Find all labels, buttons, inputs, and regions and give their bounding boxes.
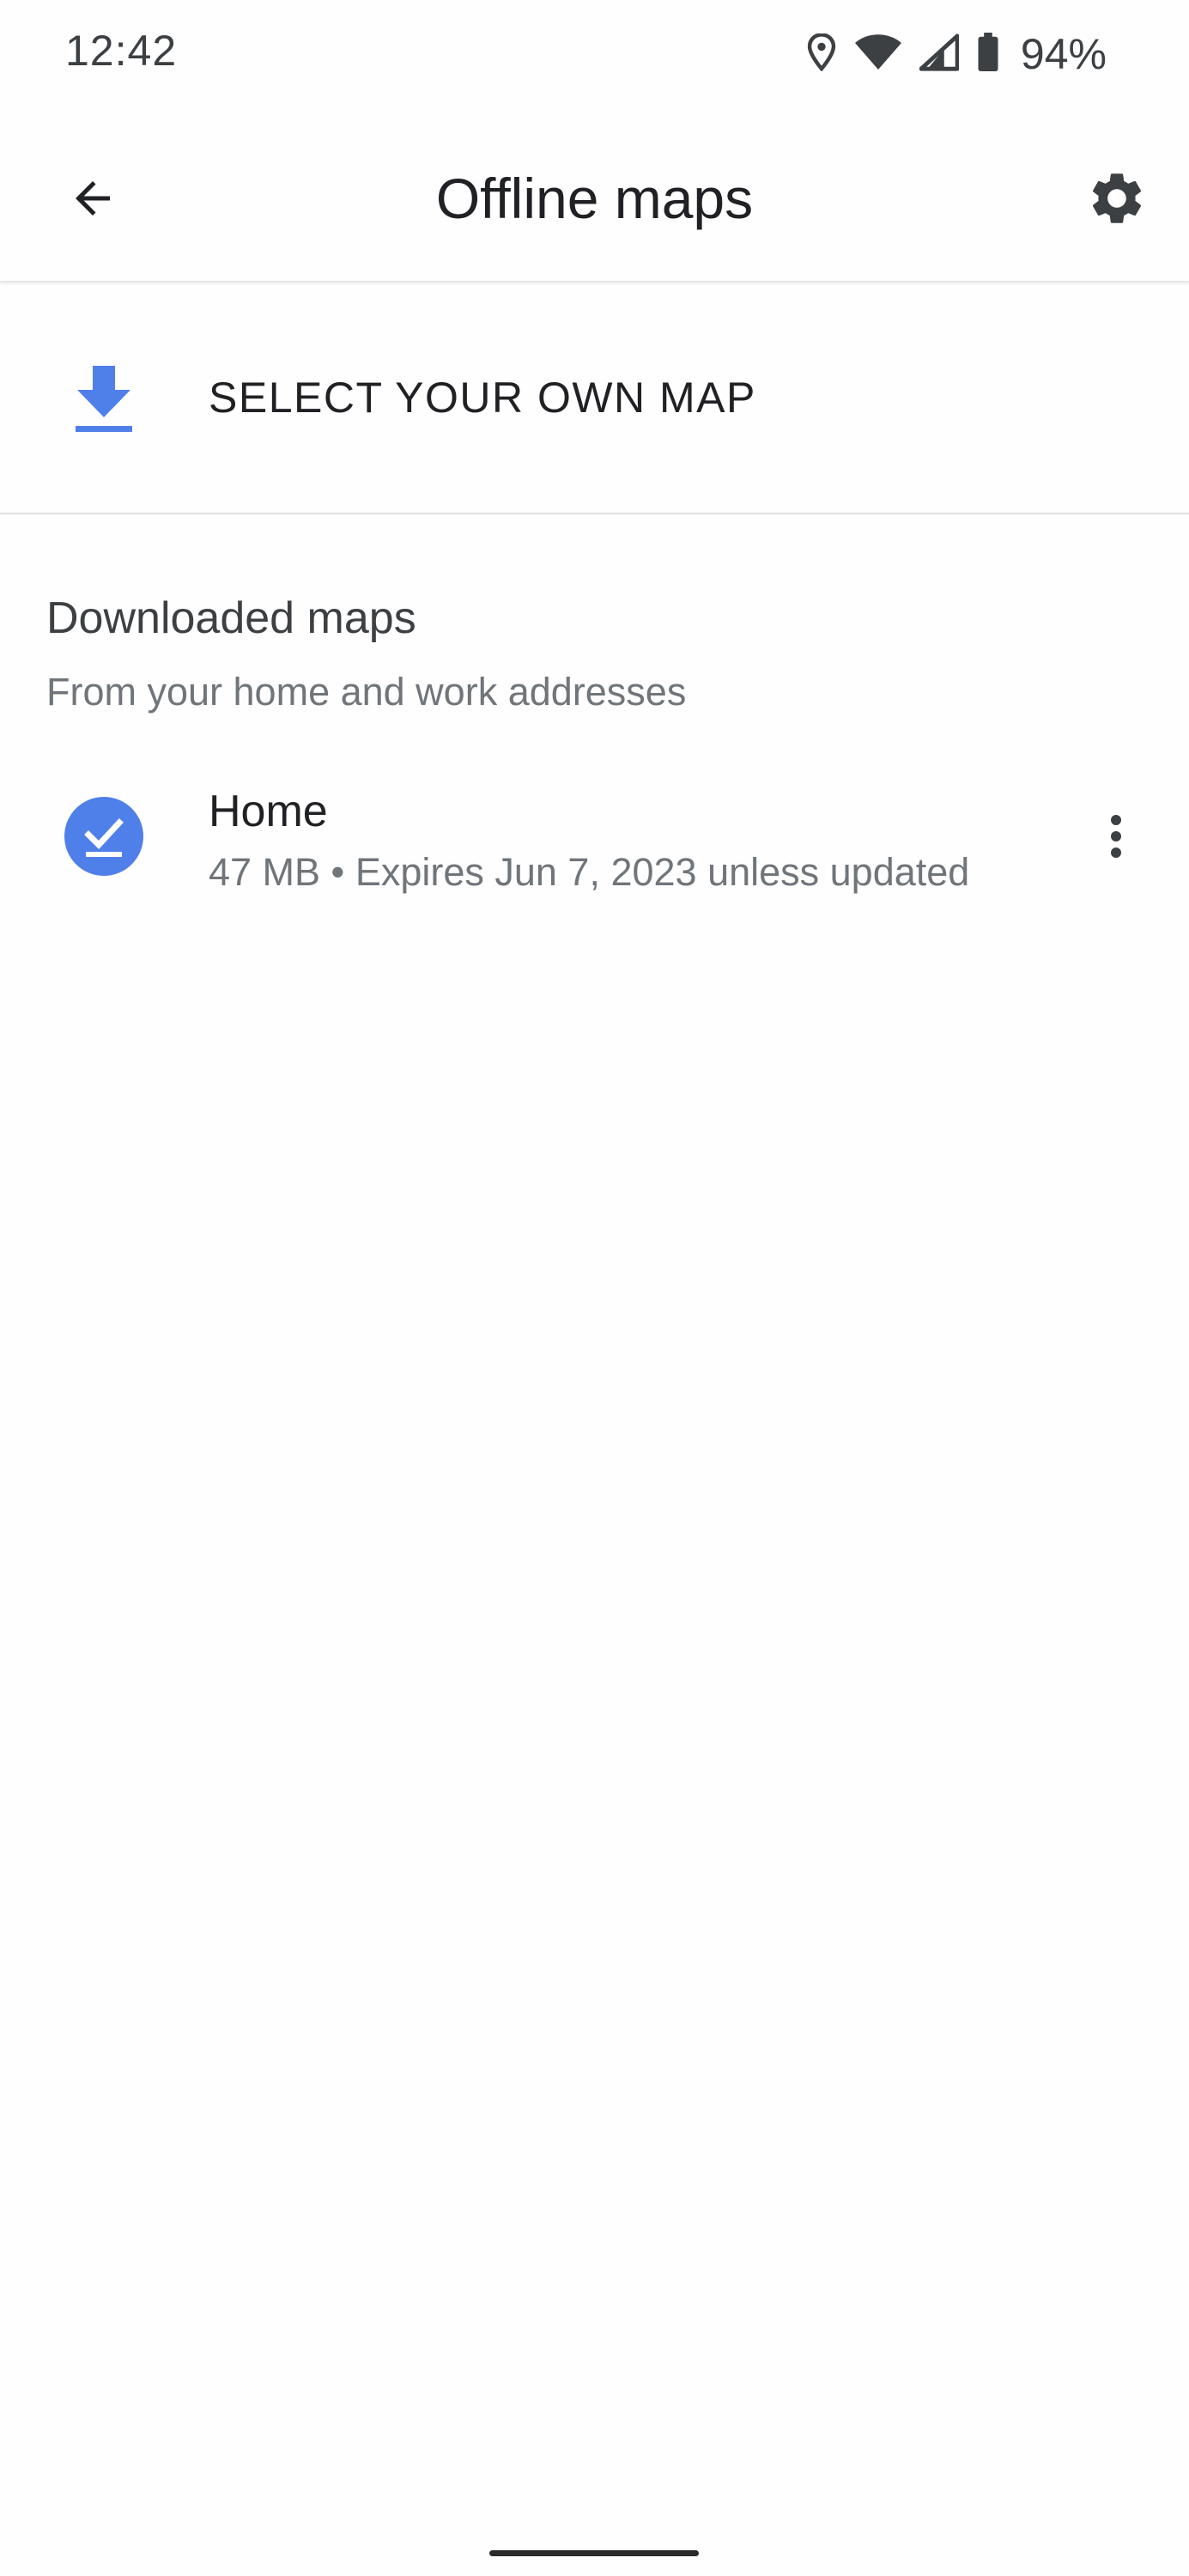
map-name: Home [209,787,328,836]
download-icon [72,362,136,434]
more-options-button[interactable] [1077,795,1155,881]
offline-maps-screen: 12:42 94% Offline maps SELECT YOUR OWN M… [0,0,1189,2576]
signal-icon [919,33,960,76]
status-time: 12:42 [65,27,178,75]
map-details: 47 MB • Expires Jun 7, 2023 unless updat… [209,850,970,894]
location-icon [806,32,837,76]
page-title: Offline maps [435,167,754,230]
downloaded-maps-heading: Downloaded maps [46,593,416,643]
app-bar: Offline maps [0,107,1189,283]
status-icons: 94% [806,24,1107,84]
list-item-home-map[interactable]: Home 47 MB • Expires Jun 7, 2023 unless … [0,764,1189,914]
settings-button[interactable] [1074,157,1160,243]
select-map-label: SELECT YOUR OWN MAP [209,374,756,422]
wifi-icon [854,33,902,76]
battery-percentage: 94% [1020,30,1107,78]
more-vert-icon [1110,814,1122,863]
downloaded-maps-subtitle: From your home and work addresses [46,670,687,714]
status-bar: 12:42 94% [0,0,1189,107]
select-your-own-map-button[interactable]: SELECT YOUR OWN MAP [0,281,1189,514]
download-done-icon [64,797,143,876]
gear-icon [1086,167,1148,234]
battery-icon [976,32,1000,76]
home-gesture-bar[interactable] [489,2550,699,2556]
